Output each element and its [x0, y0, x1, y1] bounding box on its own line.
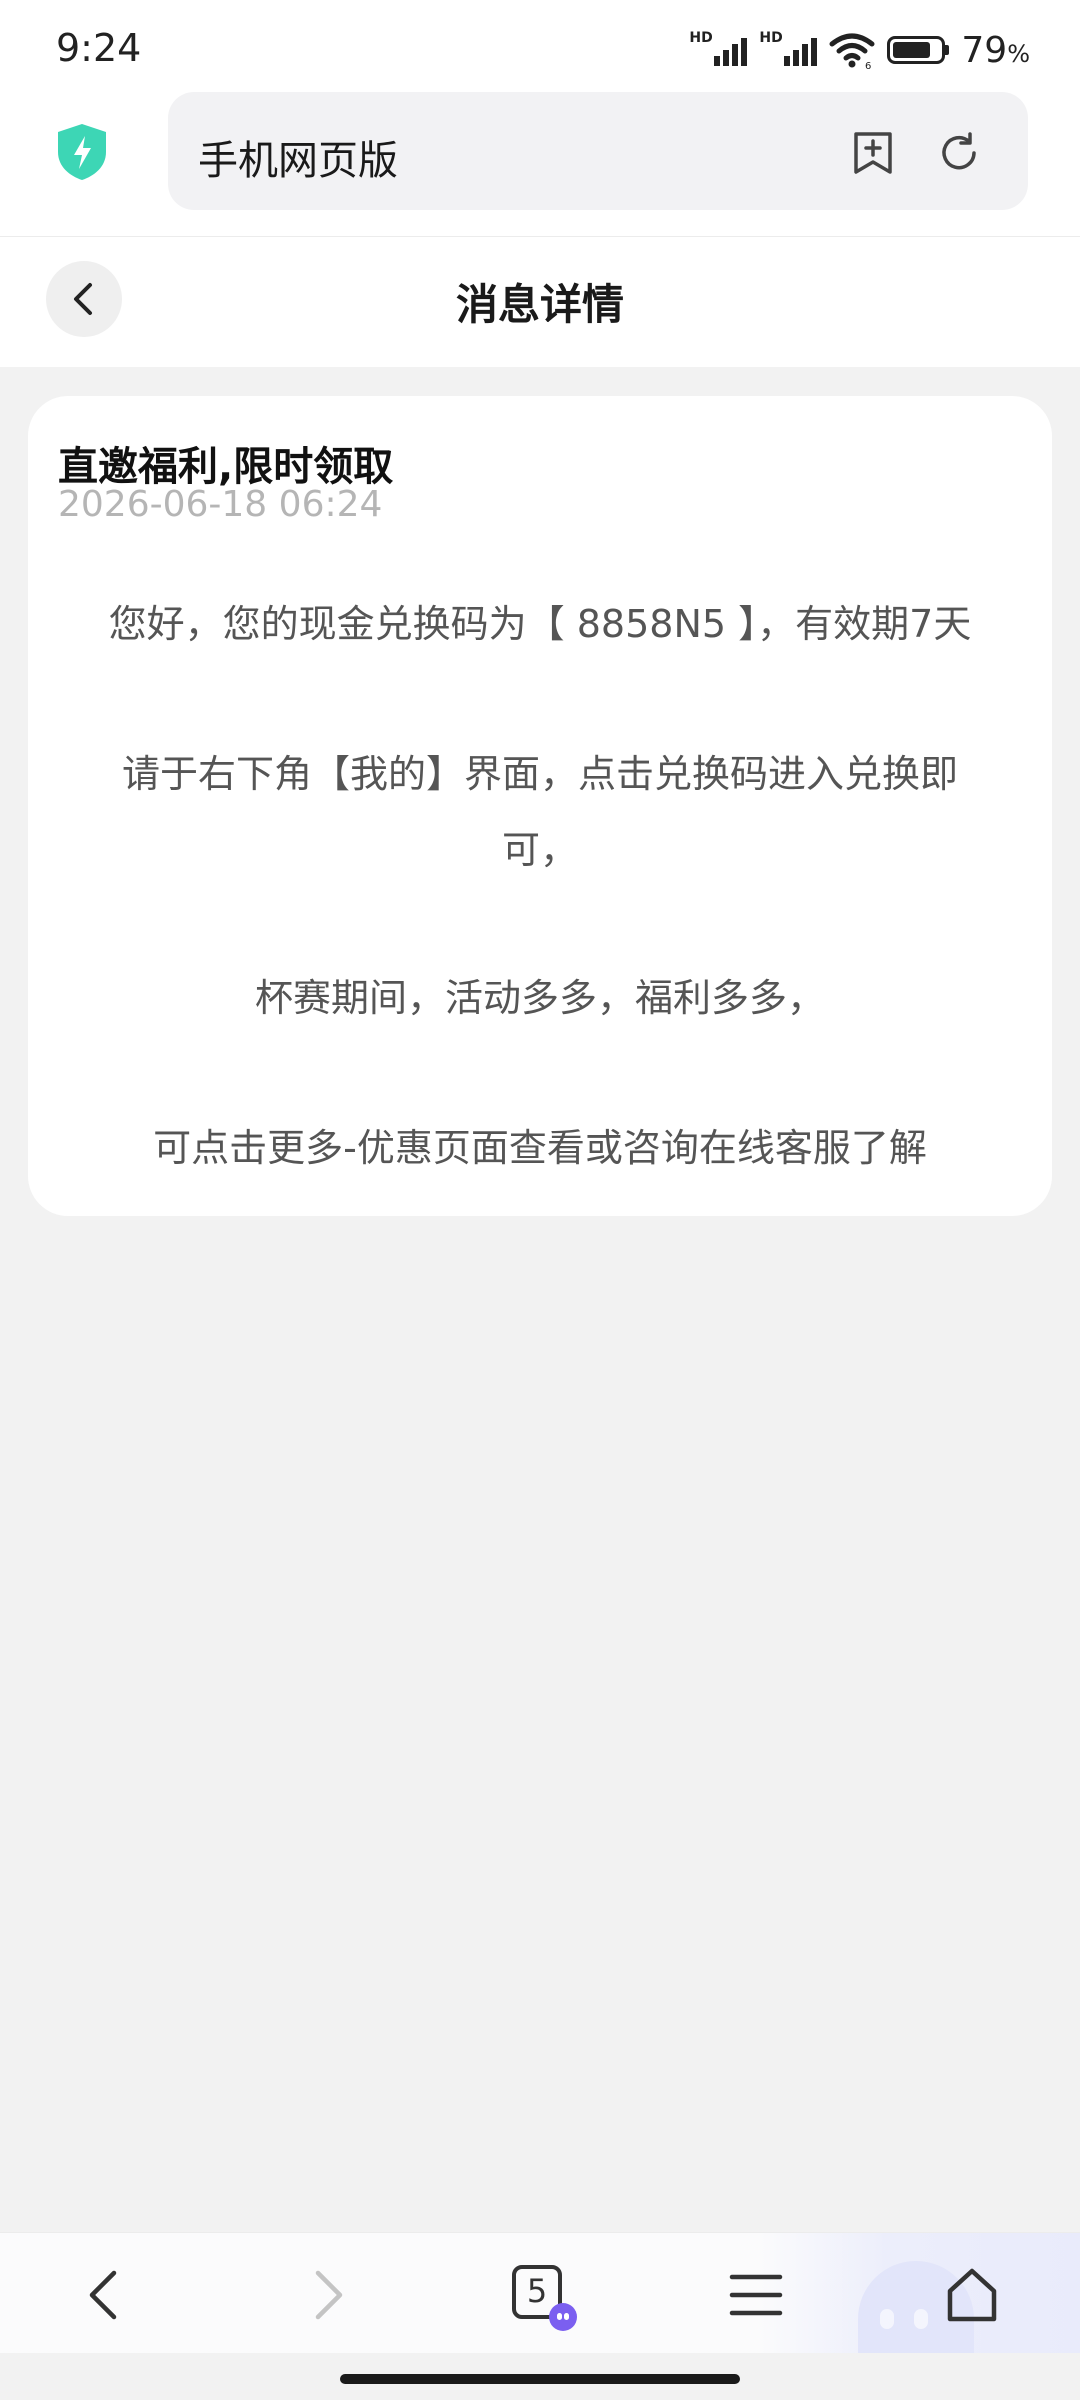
message-line: 请于右下角【我的】界面，点击兑换码进入兑换即 [121, 752, 958, 796]
message-line: 可， [501, 828, 578, 872]
forward-icon[interactable] [296, 2265, 356, 2325]
hd-badge-2: HD [759, 30, 783, 46]
wifi-icon: 6 [829, 33, 875, 70]
browser-toolbar: 手机网页版 [0, 88, 1080, 237]
page-header: 消息详情 [0, 237, 1080, 367]
message-date: 2026-06-18 06:24 [58, 484, 383, 525]
status-indicators: HD HD 6 79% [689, 29, 1030, 71]
address-text[interactable]: 手机网页版 [198, 128, 398, 186]
message-line: 可点击更多-优惠页面查看或咨询在线客服了解 [153, 1126, 927, 1170]
battery-icon [887, 36, 950, 64]
battery-percent: 79% [961, 29, 1030, 71]
signal-icon: HD [689, 30, 748, 70]
back-icon[interactable] [76, 2265, 136, 2325]
ghost-badge-icon [549, 2303, 577, 2331]
signal-icon-2: HD [759, 30, 818, 70]
message-line: 杯赛期间，活动多多，福利多多， [254, 976, 825, 1020]
status-time: 9:24 [56, 26, 142, 70]
hd-badge: HD [689, 30, 713, 46]
message-card: 直邀福利,限时领取 2026-06-18 06:24 您好，您的现金兑换码为【 … [28, 396, 1052, 1216]
home-indicator[interactable] [340, 2374, 740, 2384]
home-icon[interactable] [942, 2265, 1002, 2325]
message-line: 您好，您的现金兑换码为【 8858N5 】，有效期7天 [108, 602, 972, 646]
svg-text:6: 6 [865, 61, 871, 70]
bookmark-add-icon[interactable] [850, 130, 896, 176]
security-shield-icon[interactable] [54, 122, 110, 182]
page-title: 消息详情 [455, 280, 624, 329]
refresh-icon[interactable] [936, 130, 982, 176]
menu-icon[interactable] [726, 2265, 786, 2325]
status-bar: 9:24 HD HD 6 79% [0, 0, 1080, 88]
address-bar[interactable]: 手机网页版 [168, 92, 1028, 210]
bottom-nav: 5 [0, 2232, 1080, 2353]
